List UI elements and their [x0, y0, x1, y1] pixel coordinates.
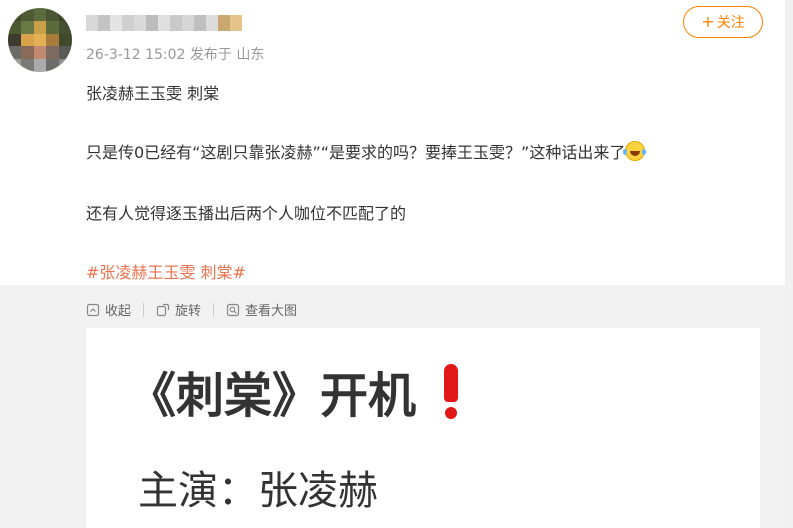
view-large-button[interactable]: 查看大图: [226, 300, 297, 319]
collapse-label: 收起: [105, 304, 132, 319]
post-text-line-2: 只是传0已经有“这剧只靠张凌赫”“是要求的吗？要捧王玉雯？”这种话出来了: [86, 139, 646, 163]
toolbar-divider: [213, 302, 215, 317]
avatar[interactable]: [8, 8, 72, 72]
view-large-icon: [226, 303, 240, 316]
image-toolbar: 收起 旋转 查看大图: [86, 300, 297, 319]
post-meta: 26-3-12 15:02 发布于 山东: [86, 47, 265, 63]
view-large-label: 查看大图: [245, 304, 298, 319]
username-redacted[interactable]: [86, 12, 242, 34]
post-text-line-3: 还有人觉得逐玉播出后两个人咖位不匹配了的: [86, 204, 407, 223]
rotate-label: 旋转: [175, 304, 202, 319]
post-text-line-2-content: 只是传0已经有“这剧只靠张凌赫”“是要求的吗？要捧王玉雯？”这种话出来了: [86, 143, 626, 162]
post-text-line-1: 张凌赫王玉雯 刺棠: [86, 84, 220, 103]
collapse-icon: [86, 303, 100, 316]
collapse-button[interactable]: 收起: [86, 300, 131, 319]
follow-button[interactable]: + 关注: [683, 6, 763, 38]
image-title-text: 《刺棠》开机: [128, 368, 417, 424]
weibo-post-card: 26-3-12 15:02 发布于 山东 + 关注 张凌赫王玉雯 刺棠 只是传0…: [0, 0, 785, 528]
rotate-icon: [156, 303, 170, 316]
post-image[interactable]: 《刺棠》开机 主演：张凌赫: [86, 328, 760, 528]
image-cast-text: 主演：张凌赫: [138, 468, 378, 514]
rotate-button[interactable]: 旋转: [156, 300, 201, 319]
plus-icon: +: [701, 12, 715, 31]
toolbar-divider: [143, 302, 145, 317]
image-title: 《刺棠》开机: [128, 356, 459, 426]
hashtag-link[interactable]: #张凌赫王玉雯 刺棠#: [86, 259, 246, 283]
exclamation-icon: [444, 364, 459, 419]
laugh-cry-emoji-icon: [623, 141, 646, 161]
scrollbar[interactable]: [785, 0, 793, 528]
follow-label: 关注: [716, 15, 745, 31]
